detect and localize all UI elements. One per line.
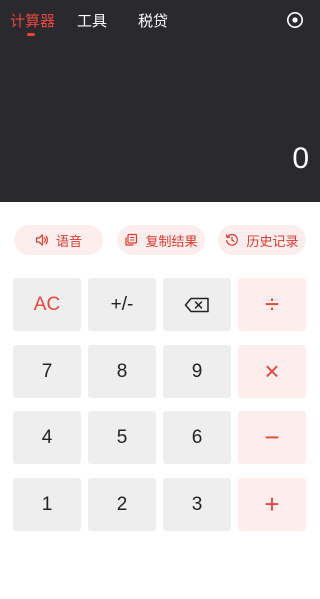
- copy-icon: [125, 233, 138, 246]
- minus-button[interactable]: −: [238, 411, 306, 464]
- backspace-button[interactable]: [163, 278, 231, 331]
- plus-button[interactable]: +: [238, 478, 306, 531]
- digit-2-button[interactable]: 2: [88, 478, 156, 531]
- digit-8-button[interactable]: 8: [88, 345, 156, 398]
- backspace-icon: [184, 297, 209, 312]
- calculator-header: 计算器 工具 税贷 0: [0, 0, 320, 202]
- divide-button[interactable]: ÷: [238, 278, 306, 331]
- digit-1-button[interactable]: 1: [13, 478, 81, 531]
- voice-label: 语音: [55, 234, 82, 250]
- tab-tax-loan[interactable]: 税贷: [138, 10, 168, 31]
- digit-4-button[interactable]: 4: [13, 411, 81, 464]
- divide-symbol: ÷: [264, 289, 280, 319]
- copy-result-button[interactable]: 复制结果: [117, 225, 205, 255]
- active-tab-indicator: [27, 33, 35, 36]
- result-display: 0: [292, 142, 309, 175]
- history-button[interactable]: 历史记录: [218, 225, 306, 255]
- tab-tools[interactable]: 工具: [77, 10, 107, 31]
- multiply-symbol: ×: [264, 356, 280, 386]
- digit-7-button[interactable]: 7: [13, 345, 81, 398]
- digit-6-button[interactable]: 6: [163, 411, 231, 464]
- digit-3-button[interactable]: 3: [163, 478, 231, 531]
- digit-9-button[interactable]: 9: [163, 345, 231, 398]
- sign-toggle-button[interactable]: +/-: [88, 278, 156, 331]
- digit-5-button[interactable]: 5: [88, 411, 156, 464]
- multiply-button[interactable]: ×: [238, 345, 306, 398]
- top-tabs: 计算器 工具 税贷: [0, 0, 320, 40]
- speaker-icon: [35, 234, 48, 246]
- history-label: 历史记录: [246, 234, 299, 250]
- plus-symbol: +: [264, 489, 280, 519]
- target-settings-icon[interactable]: [286, 11, 304, 29]
- clock-history-icon: [226, 233, 239, 246]
- minus-symbol: −: [264, 422, 280, 452]
- tab-calculator[interactable]: 计算器: [10, 10, 55, 31]
- copy-result-label: 复制结果: [145, 234, 198, 250]
- clear-button[interactable]: AC: [13, 278, 81, 331]
- voice-button[interactable]: 语音: [14, 225, 103, 255]
